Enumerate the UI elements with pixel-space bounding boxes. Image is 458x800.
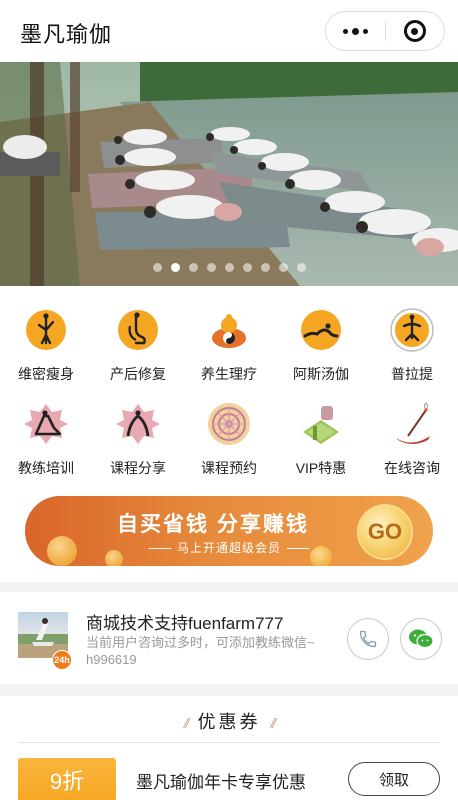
grid-item[interactable]: 产后修复 — [92, 308, 184, 398]
promo-subline: 马上开通超级会员 — [143, 539, 315, 556]
carousel-indicator — [0, 263, 458, 272]
go-button[interactable]: GO — [357, 504, 413, 560]
title-decoration: // — [183, 715, 190, 731]
carousel-dot[interactable] — [152, 263, 162, 272]
carousel-dot[interactable] — [188, 263, 198, 272]
grid-item[interactable]: 普拉提 — [366, 308, 458, 398]
app-title: 墨凡瑜伽 — [20, 22, 113, 47]
title-decoration: // — [270, 715, 277, 731]
carousel-dot[interactable] — [296, 263, 306, 272]
grid-item-label: 普拉提 — [391, 366, 433, 382]
grid-item[interactable]: 在线咨询 — [366, 402, 458, 492]
carousel-dot[interactable] — [242, 263, 252, 272]
coupon-section-title: // 优惠券 // — [0, 708, 458, 734]
hero-banner[interactable] — [0, 62, 458, 286]
grid-item-label: VIP特惠 — [295, 460, 347, 476]
grid-item[interactable]: 养生理疗 — [183, 308, 275, 398]
coach-training-lotus-icon — [24, 402, 68, 446]
yoga-pose-icon — [24, 308, 68, 352]
coin-decoration — [105, 550, 123, 566]
support-contact-card: 24h 商城技术支持fuenfarm777 当前用户咨询过多时，可添加教练微信~… — [0, 592, 458, 684]
wechat-icon — [409, 629, 434, 649]
close-mini-program-button[interactable] — [385, 12, 444, 50]
vip-yoga-mat-icon — [299, 402, 343, 446]
grid-item-label: 在线咨询 — [384, 460, 440, 476]
nav-bar: 墨凡瑜伽 — [0, 0, 458, 62]
course-booking-mandala-icon — [207, 402, 251, 446]
more-dots-icon — [342, 27, 368, 35]
grid-item-label: 教练培训 — [18, 460, 74, 476]
course-share-lotus-icon — [116, 402, 160, 446]
vip-promo-banner[interactable]: 自买省钱 分享赚钱 马上开通超级会员 GO — [25, 496, 433, 566]
ashtanga-pose-icon — [299, 308, 343, 352]
coupon-card: 9折 墨凡瑜伽年卡专享优惠 领取 — [18, 758, 440, 800]
grid-item-label: 维密瘦身 — [18, 366, 74, 382]
coupon-name: 墨凡瑜伽年卡专享优惠 — [136, 773, 306, 792]
meditation-yinyang-icon — [207, 308, 251, 352]
support-description: 当前用户咨询过多时，可添加教练微信~ h996619 — [86, 635, 315, 667]
target-icon — [403, 20, 426, 42]
carousel-dot[interactable] — [170, 263, 180, 272]
pilates-mandala-icon — [390, 308, 434, 352]
support-name: 商城技术支持fuenfarm777 — [86, 614, 284, 633]
grid-item-label: 课程分享 — [110, 460, 166, 476]
promo-headline: 自买省钱 分享赚钱 — [117, 513, 309, 536]
carousel-dot[interactable] — [224, 263, 234, 272]
phone-icon — [359, 630, 377, 648]
grid-item[interactable]: 阿斯汤伽 — [275, 308, 367, 398]
divider — [18, 742, 440, 743]
postnatal-yoga-icon — [116, 308, 160, 352]
more-menu-button[interactable] — [326, 12, 385, 50]
mini-program-capsule — [325, 11, 445, 51]
coupon-discount: 9折 — [18, 758, 116, 800]
grid-item[interactable]: 课程预约 — [183, 402, 275, 492]
yoga-lakeside-photo — [0, 62, 458, 286]
grid-item[interactable]: 维密瘦身 — [0, 308, 92, 398]
24h-badge: 24h — [52, 650, 72, 670]
wechat-button[interactable] — [400, 618, 442, 660]
coupon-section-title-text: 优惠券 — [197, 712, 261, 732]
page: 墨凡瑜伽 维密瘦身 产后修复 养生理疗 阿斯汤伽 普拉提 教练培训 课程分享 课… — [0, 0, 458, 800]
grid-item[interactable]: VIP特惠 — [275, 402, 367, 492]
grid-item-label: 阿斯汤伽 — [293, 366, 349, 382]
grid-item-label: 养生理疗 — [201, 366, 257, 382]
incense-icon — [390, 402, 434, 446]
carousel-dot[interactable] — [206, 263, 216, 272]
claim-coupon-button[interactable]: 领取 — [348, 762, 440, 796]
grid-item[interactable]: 课程分享 — [92, 402, 184, 492]
carousel-dot[interactable] — [278, 263, 288, 272]
grid-item-label: 产后修复 — [110, 366, 166, 382]
coupon-section: // 优惠券 // 9折 墨凡瑜伽年卡专享优惠 领取 — [0, 696, 458, 800]
grid-item-label: 课程预约 — [201, 460, 257, 476]
coin-decoration — [47, 536, 77, 566]
grid-item[interactable]: 教练培训 — [0, 402, 92, 492]
phone-call-button[interactable] — [347, 618, 389, 660]
carousel-dot[interactable] — [260, 263, 270, 272]
